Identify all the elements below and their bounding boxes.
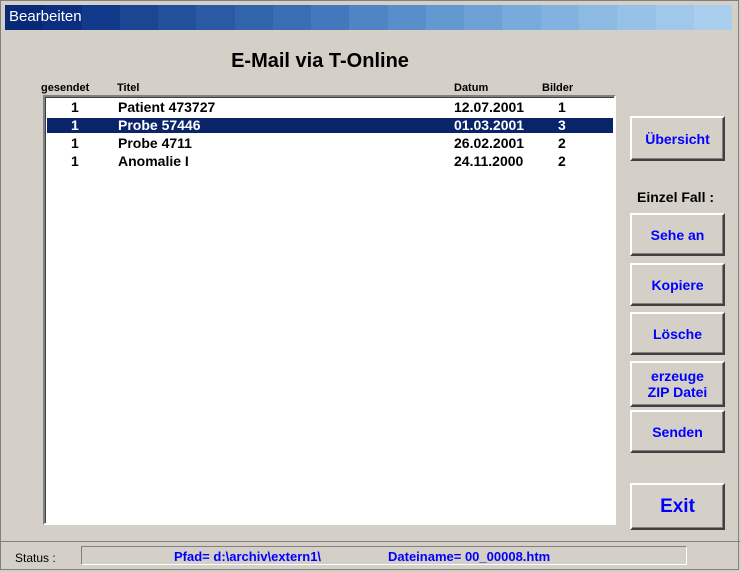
cell-sent: 1 xyxy=(71,153,79,169)
cell-sent: 1 xyxy=(71,135,79,151)
column-header-date[interactable]: Datum xyxy=(454,82,488,94)
main-window: Bearbeiten E-Mail via T-Online gesendet … xyxy=(0,0,740,572)
titlebar-segment xyxy=(578,5,618,30)
cell-date: 24.11.2000 xyxy=(454,153,524,169)
titlebar-segment xyxy=(387,5,426,30)
send-button[interactable]: Senden xyxy=(630,410,725,453)
status-path: Pfad= d:\archiv\extern1\ xyxy=(174,549,322,564)
table-row[interactable]: 1 Patient 473727 12.07.2001 1 xyxy=(47,100,613,115)
status-filename: Dateiname= 00_00008.htm xyxy=(388,549,551,564)
title-bar[interactable]: Bearbeiten xyxy=(5,5,733,30)
copy-button[interactable]: Kopiere xyxy=(630,263,725,306)
titlebar-segment xyxy=(540,5,579,30)
cell-pictures: 1 xyxy=(558,99,566,115)
cell-pictures: 2 xyxy=(558,153,566,169)
titlebar-segment xyxy=(655,5,694,30)
titlebar-segment xyxy=(693,5,733,30)
titlebar-segment xyxy=(502,5,541,30)
cell-sent: 1 xyxy=(71,99,79,115)
email-list[interactable]: 1 Patient 473727 12.07.2001 1 1 Probe 57446 01… xyxy=(43,95,616,525)
view-button[interactable]: Sehe an xyxy=(630,213,725,256)
table-row[interactable]: 1 Probe 57446 01.03.2001 3 xyxy=(46,117,614,134)
cell-pictures: 2 xyxy=(558,135,566,151)
cell-sent: 1 xyxy=(71,117,79,133)
overview-button[interactable]: Übersicht xyxy=(630,116,725,161)
titlebar-segment xyxy=(311,5,350,30)
window-title: Bearbeiten xyxy=(9,8,82,25)
column-header-pictures[interactable]: Bilder xyxy=(542,82,573,94)
titlebar-segment xyxy=(272,5,312,30)
cell-pictures: 3 xyxy=(558,117,566,133)
titlebar-segment xyxy=(349,5,388,30)
delete-button[interactable]: Lösche xyxy=(630,312,725,355)
create-zip-label-line1: erzeuge xyxy=(651,368,704,384)
cell-date: 01.03.2001 xyxy=(454,117,525,133)
page-title: E-Mail via T-Online xyxy=(231,50,409,72)
table-row[interactable]: 1 Probe 4711 26.02.2001 2 xyxy=(47,136,613,151)
status-label: Status : xyxy=(15,551,56,565)
cell-date: 12.07.2001 xyxy=(454,99,525,115)
cell-title: Patient 473727 xyxy=(118,99,216,115)
cell-date: 26.02.2001 xyxy=(454,135,525,151)
column-header-sent[interactable]: gesendet xyxy=(41,82,89,94)
table-row[interactable]: 1 Anomalie I 24.11.2000 2 xyxy=(47,154,613,169)
create-zip-label-line2: ZIP Datei xyxy=(647,384,708,400)
create-zip-button[interactable]: erzeuge ZIP Datei xyxy=(630,361,725,407)
titlebar-segment xyxy=(119,5,159,30)
status-bar: Status : Pfad= d:\archiv\extern1\ Datein… xyxy=(1,541,740,572)
titlebar-segment xyxy=(158,5,197,30)
cell-title: Probe 4711 xyxy=(118,135,192,151)
titlebar-segment xyxy=(234,5,273,30)
exit-button[interactable]: Exit xyxy=(630,483,725,530)
single-case-label: Einzel Fall : xyxy=(637,189,715,205)
titlebar-segment xyxy=(196,5,235,30)
cell-title: Probe 57446 xyxy=(118,117,201,133)
titlebar-segment xyxy=(464,5,503,30)
column-header-title[interactable]: Titel xyxy=(117,82,139,94)
status-field: Pfad= d:\archiv\extern1\ Dateiname= 00_0… xyxy=(81,546,687,565)
cell-title: Anomalie I xyxy=(118,153,189,169)
titlebar-segment xyxy=(425,5,465,30)
titlebar-segment xyxy=(81,5,120,30)
titlebar-segment xyxy=(617,5,656,30)
